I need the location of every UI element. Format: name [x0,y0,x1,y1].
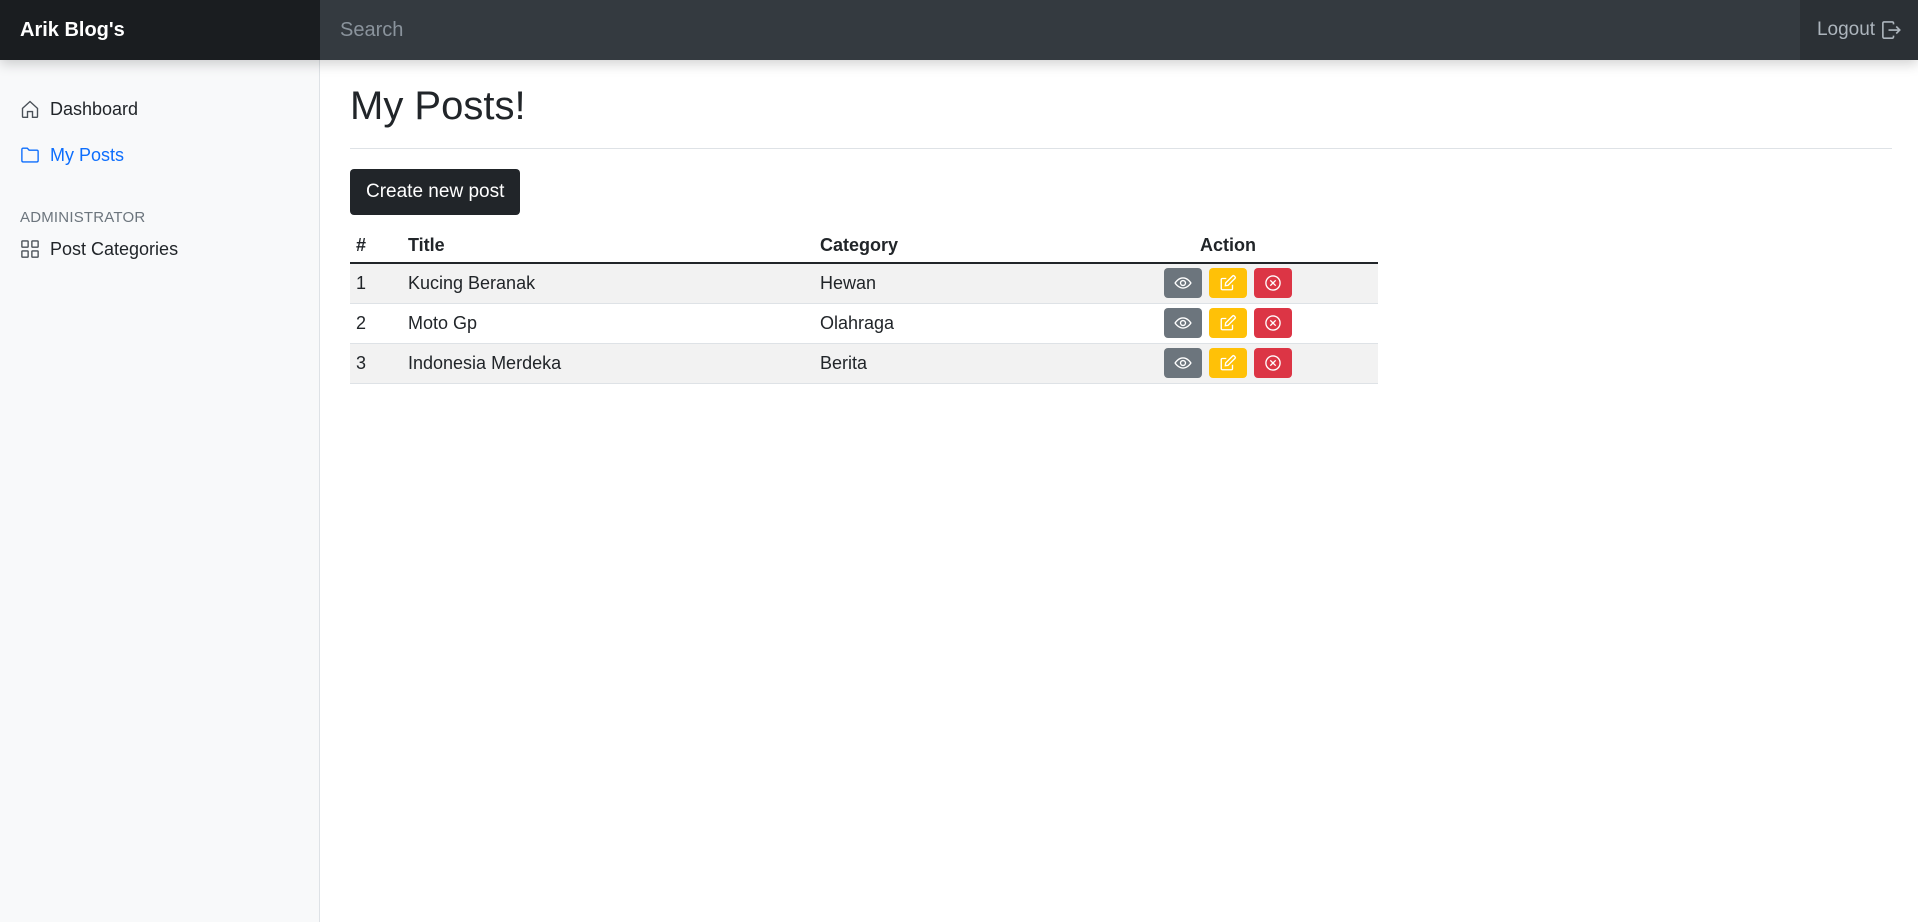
edit-icon [1220,315,1236,331]
close-circle-icon [1265,275,1281,292]
edit-post-button[interactable] [1209,348,1247,378]
create-post-button[interactable]: Create new post [350,169,521,215]
sidebar-item-my-posts[interactable]: My Posts [0,132,319,178]
search-input[interactable] [320,0,1800,60]
row-number: 2 [350,303,402,344]
table-row: 1 Kucing Beranak Hewan [350,263,1378,304]
edit-post-button[interactable] [1209,308,1247,338]
column-header-number: # [350,229,402,264]
row-number: 3 [350,343,402,384]
main-content: My Posts! Create new post # Title Catego… [350,60,1892,384]
view-post-button[interactable] [1163,308,1202,338]
sidebar-item-post-categories[interactable]: Post Categories [0,226,319,272]
column-header-action: Action [1078,229,1378,264]
view-post-button[interactable] [1163,268,1202,299]
row-category: Olahraga [814,303,1078,344]
top-navbar: Arik Blog's Logout [0,0,1918,60]
home-icon [20,99,40,119]
folder-icon [20,145,40,165]
sidebar: Dashboard My Posts ADMINISTRATOR Post Ca… [0,60,320,922]
row-actions [1078,303,1378,344]
row-category: Hewan [814,263,1078,304]
row-title: Moto Gp [402,303,814,344]
sidebar-item-label: Post Categories [50,238,179,259]
page-title: My Posts! [350,84,526,128]
edit-icon [1220,275,1236,291]
table-row: 3 Indonesia Merdeka Berita [350,343,1378,384]
close-circle-icon [1265,315,1281,331]
logout-label: Logout [1816,19,1876,40]
delete-post-button[interactable] [1254,308,1293,338]
brand-logo[interactable]: Arik Blog's [0,0,320,60]
delete-post-button[interactable] [1254,268,1293,299]
row-actions [1078,263,1378,304]
eye-icon [1174,277,1192,289]
sidebar-item-dashboard[interactable]: Dashboard [0,86,319,132]
delete-post-button[interactable] [1254,348,1293,378]
logout-link[interactable]: Logout [1800,0,1918,60]
logout-icon [1882,21,1901,39]
eye-icon [1174,317,1192,329]
row-title: Indonesia Merdeka [402,343,814,384]
edit-post-button[interactable] [1209,268,1247,299]
table-row: 2 Moto Gp Olahraga [350,303,1378,344]
admin-section-heading: ADMINISTRATOR [20,209,146,226]
view-post-button[interactable] [1163,348,1202,378]
close-circle-icon [1265,355,1281,371]
title-divider [350,148,1892,149]
table-header-row: # Title Category Action [350,229,1378,264]
sidebar-item-label: Dashboard [50,98,139,119]
eye-icon [1174,357,1192,369]
column-header-category: Category [814,229,1078,264]
row-category: Berita [814,343,1078,384]
grid-icon [20,239,40,259]
row-actions [1078,343,1378,384]
edit-icon [1220,355,1236,371]
column-header-title: Title [402,229,814,264]
sidebar-item-label: My Posts [50,144,125,165]
posts-table: # Title Category Action 1 Kucing Beranak… [350,229,1378,384]
row-number: 1 [350,263,402,304]
row-title: Kucing Beranak [402,263,814,304]
